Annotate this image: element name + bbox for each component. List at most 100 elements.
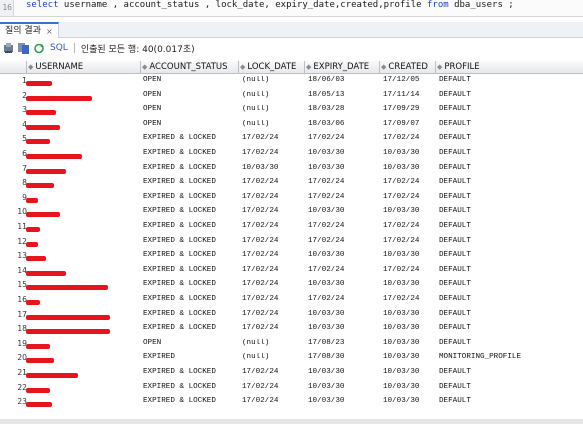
cell-expiry-date[interactable]: 10/03/30 [308, 397, 378, 411]
cell-created[interactable]: 10/03/30 [383, 251, 435, 265]
cell-account-status[interactable]: OPEN [143, 76, 239, 90]
cell-account-status[interactable]: EXPIRED & LOCKED [143, 222, 239, 236]
cell-profile[interactable]: DEFAULT [439, 324, 583, 338]
cell-account-status[interactable]: EXPIRED & LOCKED [143, 164, 239, 178]
cell-account-status[interactable]: EXPIRED [143, 353, 239, 367]
cell-expiry-date[interactable]: 17/08/23 [308, 339, 378, 353]
cell-expiry-date[interactable]: 10/03/30 [308, 149, 378, 163]
cell-profile[interactable]: DEFAULT [439, 339, 583, 353]
cell-profile[interactable]: DEFAULT [439, 280, 583, 294]
cell-profile[interactable]: DEFAULT [439, 397, 583, 411]
cell-account-status[interactable]: OPEN [143, 105, 239, 119]
cell-created[interactable]: 10/03/30 [383, 339, 435, 353]
cell-username[interactable] [30, 251, 140, 265]
column-header-created[interactable]: ◆ CREATED [380, 61, 436, 74]
cell-account-status[interactable]: EXPIRED & LOCKED [143, 149, 239, 163]
cell-account-status[interactable]: EXPIRED & LOCKED [143, 397, 239, 411]
cell-expiry-date[interactable]: 17/02/24 [308, 178, 378, 192]
cell-created[interactable]: 17/02/24 [383, 222, 435, 236]
cell-expiry-date[interactable]: 17/08/30 [308, 353, 378, 367]
cell-created[interactable]: 10/03/30 [383, 383, 435, 397]
cell-account-status[interactable]: EXPIRED & LOCKED [143, 178, 239, 192]
cell-expiry-date[interactable]: 10/03/30 [308, 368, 378, 382]
cell-created[interactable]: 10/03/30 [383, 207, 435, 221]
sql-statement[interactable]: select username , account_status , lock_… [26, 0, 514, 16]
cell-created[interactable]: 10/03/30 [383, 280, 435, 294]
cell-lock-date[interactable]: (null) [242, 353, 304, 367]
cell-account-status[interactable]: EXPIRED & LOCKED [143, 193, 239, 207]
cell-created[interactable]: 17/02/24 [383, 266, 435, 280]
cell-created[interactable]: 17/09/07 [383, 120, 435, 134]
cell-expiry-date[interactable]: 17/02/24 [308, 237, 378, 251]
cell-created[interactable]: 17/11/14 [383, 91, 435, 105]
save-icon[interactable] [18, 42, 30, 54]
cell-expiry-date[interactable]: 17/02/24 [308, 222, 378, 236]
cell-profile[interactable]: DEFAULT [439, 76, 583, 90]
cell-lock-date[interactable]: 17/02/24 [242, 237, 304, 251]
cell-created[interactable]: 17/02/24 [383, 178, 435, 192]
cell-lock-date[interactable]: 17/02/24 [242, 266, 304, 280]
cell-created[interactable]: 17/02/24 [383, 193, 435, 207]
cell-created[interactable]: 17/02/24 [383, 134, 435, 148]
cell-lock-date[interactable]: (null) [242, 76, 304, 90]
cell-created[interactable]: 10/03/30 [383, 164, 435, 178]
cell-lock-date[interactable]: (null) [242, 120, 304, 134]
column-header-account-status[interactable]: ◆ ACCOUNT_STATUS [141, 61, 239, 74]
cell-expiry-date[interactable]: 10/03/30 [308, 383, 378, 397]
cell-profile[interactable]: DEFAULT [439, 251, 583, 265]
cell-account-status[interactable]: EXPIRED & LOCKED [143, 237, 239, 251]
table-row[interactable]: 9 EXPIRED & LOCKED 17/02/24 17/02/24 17/02/2… [0, 193, 583, 208]
cell-lock-date[interactable]: 10/03/30 [242, 164, 304, 178]
table-row[interactable]: 1 OPEN (null) 18/06/03 17/12/05 DEFAULT [0, 76, 583, 91]
cell-lock-date[interactable]: (null) [242, 339, 304, 353]
cell-expiry-date[interactable]: 18/03/28 [308, 105, 378, 119]
cell-expiry-date[interactable]: 10/03/30 [308, 164, 378, 178]
table-row[interactable]: 7 EXPIRED & LOCKED 10/03/30 10/03/30 10/03/3… [0, 164, 583, 179]
cell-profile[interactable]: DEFAULT [439, 149, 583, 163]
cell-lock-date[interactable]: 17/02/24 [242, 178, 304, 192]
table-row[interactable]: 2 OPEN (null) 18/05/13 17/11/14 DEFAULT [0, 91, 583, 106]
cell-lock-date[interactable]: 17/02/24 [242, 383, 304, 397]
cell-created[interactable]: 10/03/30 [383, 368, 435, 382]
cell-expiry-date[interactable]: 17/02/24 [308, 266, 378, 280]
table-row[interactable]: 6 EXPIRED & LOCKED 17/02/24 10/03/30 10/03/3… [0, 149, 583, 164]
cell-profile[interactable]: DEFAULT [439, 237, 583, 251]
cell-expiry-date[interactable]: 10/03/30 [308, 310, 378, 324]
cell-lock-date[interactable]: 17/02/24 [242, 397, 304, 411]
cell-created[interactable]: 17/09/29 [383, 105, 435, 119]
cell-created[interactable]: 10/03/30 [383, 149, 435, 163]
cell-created[interactable]: 10/03/30 [383, 310, 435, 324]
horizontal-scrollbar[interactable] [0, 419, 583, 424]
cell-expiry-date[interactable]: 17/02/24 [308, 134, 378, 148]
cell-account-status[interactable]: EXPIRED & LOCKED [143, 383, 239, 397]
cell-lock-date[interactable]: 17/02/24 [242, 207, 304, 221]
cell-lock-date[interactable]: 17/02/24 [242, 324, 304, 338]
cell-created[interactable]: 17/12/05 [383, 76, 435, 90]
cell-account-status[interactable]: OPEN [143, 339, 239, 353]
close-icon[interactable]: × [46, 25, 53, 38]
cell-created[interactable]: 10/03/30 [383, 353, 435, 367]
cell-profile[interactable]: DEFAULT [439, 310, 583, 324]
cell-expiry-date[interactable]: 10/03/30 [308, 207, 378, 221]
cell-username[interactable] [30, 222, 140, 236]
cell-lock-date[interactable]: 17/02/24 [242, 280, 304, 294]
cell-lock-date[interactable]: 17/02/24 [242, 193, 304, 207]
sql-editor[interactable]: 16 select username , account_status , lo… [0, 0, 583, 17]
cell-account-status[interactable]: EXPIRED & LOCKED [143, 310, 239, 324]
cell-username[interactable] [30, 237, 140, 251]
cell-profile[interactable]: DEFAULT [439, 368, 583, 382]
cell-profile[interactable]: DEFAULT [439, 193, 583, 207]
table-row[interactable]: 14 EXPIRED & LOCKED 17/02/24 17/02/24 17/02/… [0, 266, 583, 281]
cell-lock-date[interactable]: 17/02/24 [242, 310, 304, 324]
column-header-username[interactable]: ◆ USERNAME [27, 61, 141, 74]
cell-profile[interactable]: DEFAULT [439, 105, 583, 119]
cell-account-status[interactable]: EXPIRED & LOCKED [143, 324, 239, 338]
cell-lock-date[interactable]: (null) [242, 91, 304, 105]
cell-profile[interactable]: DEFAULT [439, 164, 583, 178]
cell-expiry-date[interactable]: 18/03/06 [308, 120, 378, 134]
cell-lock-date[interactable]: 17/02/24 [242, 295, 304, 309]
table-row[interactable]: 15 EXPIRED & LOCKED 17/02/24 10/03/30 10/03/… [0, 280, 583, 295]
cell-account-status[interactable]: EXPIRED & LOCKED [143, 251, 239, 265]
cell-username[interactable] [30, 295, 140, 309]
table-row[interactable]: 19 OPEN (null) 17/08/23 10/03/30 DEFAULT [0, 339, 583, 354]
